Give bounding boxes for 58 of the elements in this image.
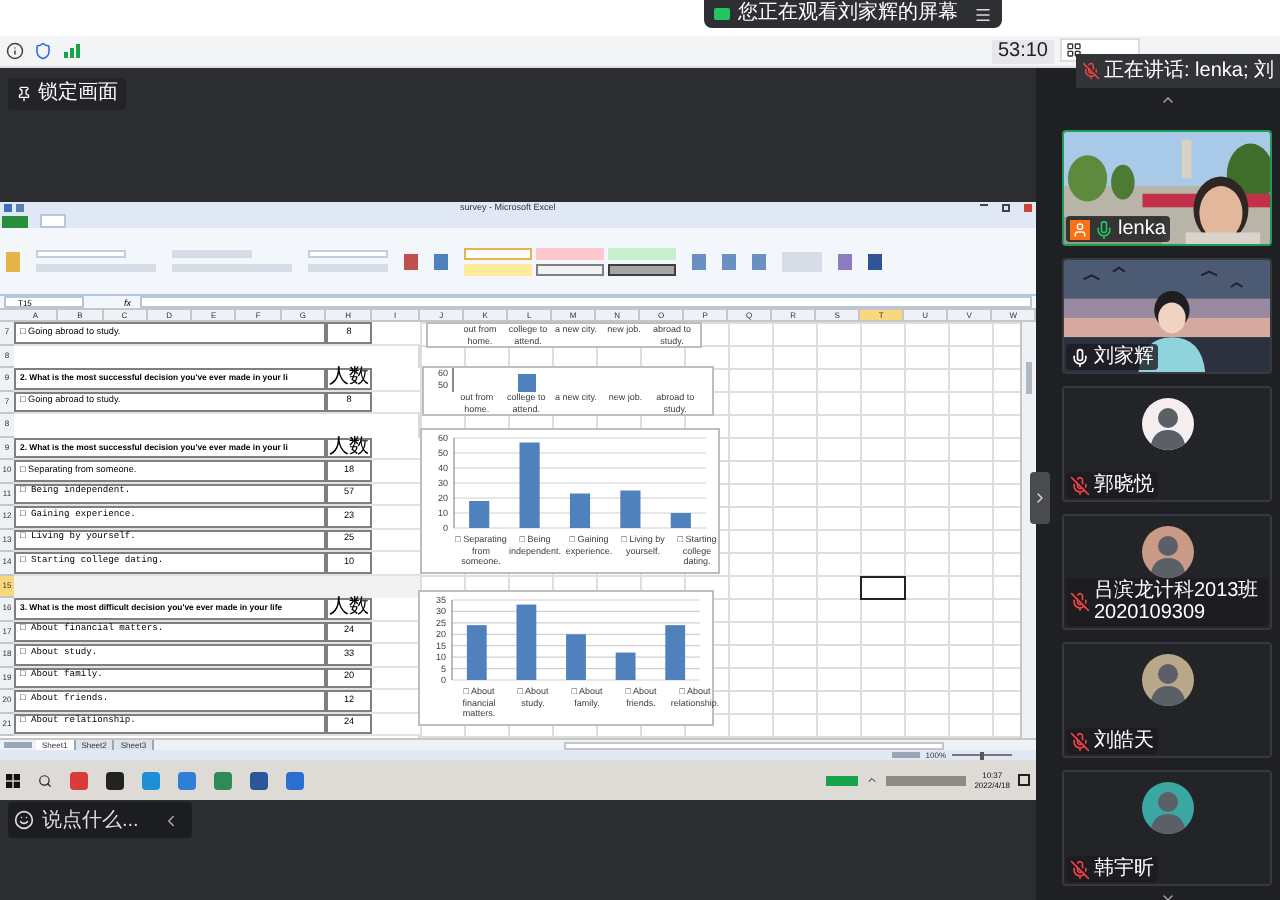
participant-name: 刘家辉: [1094, 346, 1154, 368]
maximize-icon[interactable]: [1002, 204, 1010, 212]
paste-icon[interactable]: [6, 251, 20, 271]
font-field[interactable]: [36, 250, 126, 258]
file-tab[interactable]: [2, 215, 28, 227]
bar: [519, 442, 540, 528]
bar: [516, 604, 537, 680]
participant-name: 韩宇昕: [1094, 858, 1154, 880]
screen-share-icon: [714, 6, 730, 22]
cell-style-swatch[interactable]: [536, 263, 604, 275]
bar: [469, 501, 490, 528]
search-icon[interactable]: [38, 773, 52, 787]
cell-style-swatch[interactable]: [464, 247, 532, 259]
menu-icon[interactable]: [974, 5, 992, 23]
bar: [466, 625, 487, 680]
lock-view-button[interactable]: 锁定画面: [8, 78, 126, 110]
start-icon[interactable]: [6, 773, 20, 787]
bar: [569, 493, 591, 528]
number-format-field[interactable]: [308, 250, 388, 258]
participant-name: lenka: [1118, 218, 1166, 240]
active-cell[interactable]: [860, 575, 906, 600]
chevron-right-icon: [1032, 490, 1048, 506]
emoji-icon[interactable]: [14, 810, 34, 830]
bar: [670, 513, 691, 528]
battery-icon[interactable]: [826, 775, 859, 785]
chevron-up-icon[interactable]: [866, 774, 879, 786]
participant-name: 吕滨龙计科2013班2020109309: [1094, 580, 1261, 624]
home-tab[interactable]: [40, 214, 66, 228]
bar: [665, 625, 686, 680]
scroll-up-icon[interactable]: [1159, 92, 1175, 108]
bar: [566, 634, 586, 680]
horizontal-scrollbar[interactable]: [564, 741, 945, 749]
bar: [615, 652, 636, 680]
vertical-scrollbar[interactable]: [1020, 322, 1036, 738]
side-panel-handle[interactable]: [1030, 472, 1050, 524]
cell-style-swatch[interactable]: [464, 263, 532, 275]
chat-input[interactable]: 说点什么...: [42, 805, 154, 835]
cell-style-swatch[interactable]: [608, 247, 676, 259]
table-cell: 人数: [326, 368, 372, 389]
participant-name: 郭晓悦: [1094, 474, 1154, 496]
notification-icon[interactable]: [1018, 774, 1030, 786]
cell-style-swatch[interactable]: [608, 263, 676, 275]
chat-field[interactable]: 说点什么...: [8, 802, 192, 838]
bar: [620, 490, 641, 528]
signal-icon[interactable]: [62, 42, 80, 60]
collapse-icon[interactable]: [162, 811, 180, 829]
muted-microphone-icon: [1082, 62, 1100, 80]
participant-name: 刘皓天: [1094, 730, 1154, 752]
formula-field[interactable]: [139, 296, 1032, 308]
info-icon[interactable]: [6, 42, 24, 60]
cell-style-swatch[interactable]: [536, 247, 604, 259]
banner-text: 您正在观看刘家辉的屏幕: [738, 2, 958, 26]
table-cell: 人数: [326, 437, 372, 458]
pin-icon: [16, 86, 32, 102]
shield-icon[interactable]: [34, 42, 52, 60]
meeting-timer: 53:10: [991, 39, 1054, 63]
speaker-text: 正在讲话: lenka; 刘: [1104, 59, 1275, 83]
table-cell: 人数: [326, 598, 372, 619]
